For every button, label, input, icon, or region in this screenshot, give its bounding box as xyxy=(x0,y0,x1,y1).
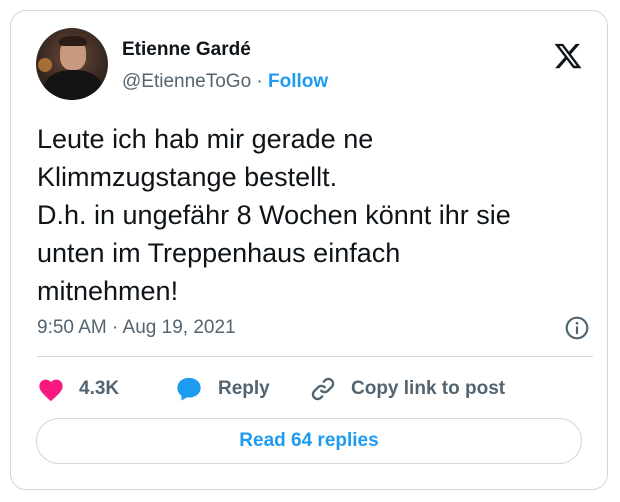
x-logo-icon[interactable] xyxy=(552,41,584,71)
timestamp[interactable]: 9:50 AM · Aug 19, 2021 xyxy=(37,317,236,339)
like-count: 4.3K xyxy=(79,378,120,399)
avatar-body xyxy=(44,70,102,100)
tweet-line: Leute ich hab mir gerade ne xyxy=(37,124,374,154)
heart-icon xyxy=(39,379,63,402)
divider xyxy=(37,356,593,357)
avatar[interactable] xyxy=(36,28,108,100)
link-icon xyxy=(311,377,335,401)
info-icon[interactable] xyxy=(564,315,590,341)
tweet-line: Klimmzugstange bestellt. xyxy=(37,162,338,192)
speech-bubble-icon xyxy=(177,377,201,401)
author-handle[interactable]: @EtienneToGo xyxy=(122,71,251,92)
tweet-text: Leute ich hab mir gerade ne Klimmzugstan… xyxy=(37,120,597,310)
like-button[interactable]: 4.3K xyxy=(37,374,119,404)
tweet-line: mitnehmen! xyxy=(37,276,179,306)
copy-link-label: Copy link to post xyxy=(351,378,506,399)
avatar-hair xyxy=(59,36,87,46)
author-name[interactable]: Etienne Gardé xyxy=(122,39,251,61)
read-replies-button[interactable]: Read 64 replies xyxy=(36,418,582,464)
follow-link[interactable]: Follow xyxy=(268,71,328,92)
tweet-line: unten im Treppenhaus einfach xyxy=(37,238,401,268)
copy-link-button[interactable]: Copy link to post xyxy=(309,374,505,404)
reply-label: Reply xyxy=(218,378,270,399)
handle-separator: · xyxy=(256,71,263,92)
reply-button[interactable]: Reply xyxy=(174,374,270,404)
tweet-line: D.h. in ungefähr 8 Wochen könnt ihr sie xyxy=(37,200,511,230)
avatar-background-light xyxy=(38,58,52,72)
handle-row: @EtienneToGo · Follow xyxy=(122,71,328,93)
